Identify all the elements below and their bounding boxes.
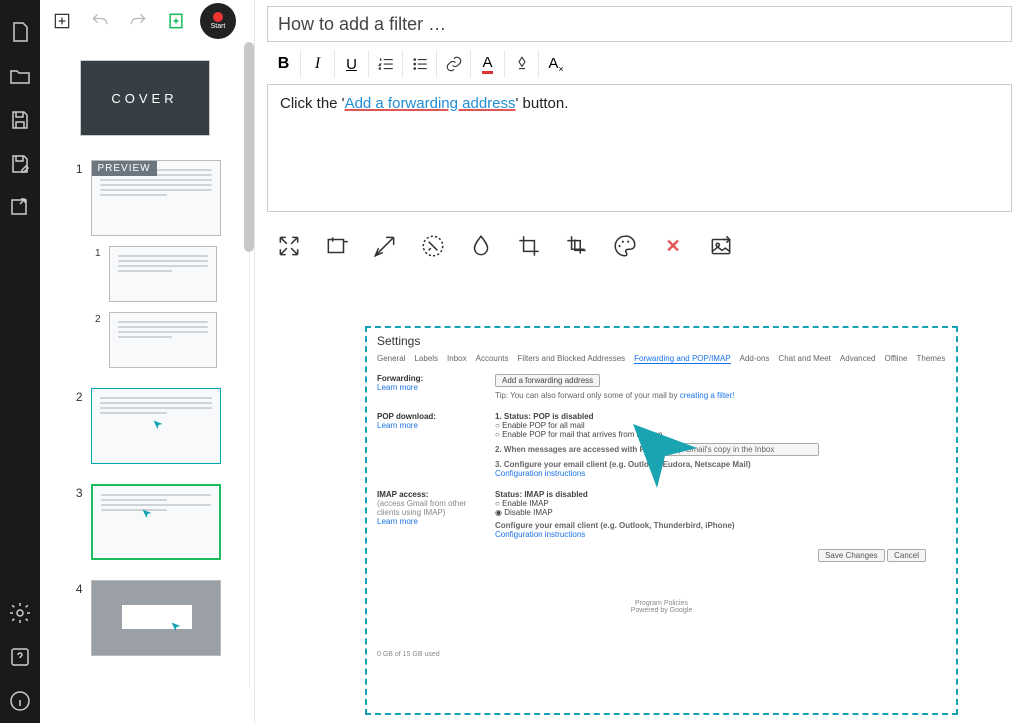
step-thumbnail-selected[interactable] (91, 484, 221, 560)
scrollbar[interactable] (244, 42, 254, 252)
undo-button[interactable] (82, 3, 118, 39)
step-group-2: 2 (48, 388, 241, 464)
image-annotation-toolbar: ✕ (267, 226, 1012, 266)
step-number: 3 (69, 486, 83, 500)
info-icon[interactable] (8, 689, 32, 713)
step-title-input[interactable] (267, 6, 1012, 42)
rectangle-tool[interactable] (317, 226, 357, 266)
replace-image-tool[interactable] (701, 226, 741, 266)
text-color-button[interactable]: A (471, 50, 505, 78)
spotlight-tool[interactable] (413, 226, 453, 266)
step-group-3: 3 (48, 484, 241, 560)
steps-panel: Start COVER 1 PREVIEW 1 (40, 0, 255, 723)
step-number: 2 (69, 390, 83, 404)
cover-label: COVER (111, 91, 177, 106)
substep-number: 2 (73, 314, 101, 325)
save-as-icon[interactable] (8, 152, 32, 176)
screenshot-canvas[interactable]: Settings General Labels Inbox Accounts F… (267, 276, 1012, 723)
bold-button[interactable]: B (267, 50, 301, 78)
underline-button[interactable]: U (335, 50, 369, 78)
record-start-button[interactable]: Start (200, 3, 236, 39)
substep-thumbnail[interactable] (109, 246, 217, 302)
expand-tool[interactable] (269, 226, 309, 266)
arrow-tool[interactable] (365, 226, 405, 266)
step-thumbnail[interactable]: PREVIEW (91, 160, 221, 236)
add-step-button[interactable] (44, 3, 80, 39)
cover-thumbnail[interactable]: COVER (80, 60, 210, 136)
export-icon[interactable] (8, 196, 32, 220)
document-icon[interactable] (8, 20, 32, 44)
add-forwarding-button: Add a forwarding address (495, 374, 600, 387)
blur-tool[interactable] (461, 226, 501, 266)
gear-icon[interactable] (8, 601, 32, 625)
multi-crop-tool[interactable] (557, 226, 597, 266)
preview-badge: PREVIEW (92, 161, 157, 176)
substep-number: 1 (73, 248, 101, 259)
step-thumbnail[interactable] (91, 580, 221, 656)
open-icon[interactable] (8, 64, 32, 88)
step-description-input[interactable]: Click the 'Add a forwarding address' but… (267, 84, 1012, 212)
highlight-button[interactable] (505, 50, 539, 78)
palette-tool[interactable] (605, 226, 645, 266)
record-label: Start (211, 23, 226, 30)
delete-annotation-tool[interactable]: ✕ (653, 226, 693, 266)
desc-link-text: Add a forwarding address (345, 95, 516, 112)
italic-button[interactable]: I (301, 50, 335, 78)
save-changes-button: Save Changes (818, 549, 884, 562)
left-rail (0, 0, 40, 723)
ordered-list-button[interactable] (369, 50, 403, 78)
project-toolbar: Start (40, 0, 254, 42)
crop-tool[interactable] (509, 226, 549, 266)
selection-rectangle[interactable]: Settings General Labels Inbox Accounts F… (365, 326, 958, 715)
desc-text-post: ' button. (516, 95, 569, 112)
step-number: 4 (69, 582, 83, 596)
thumbnails-list: COVER 1 PREVIEW 1 2 (40, 42, 250, 688)
unordered-list-button[interactable] (403, 50, 437, 78)
redo-button[interactable] (120, 3, 156, 39)
insert-step-button[interactable] (158, 3, 194, 39)
step-group-1: 1 PREVIEW 1 2 (48, 160, 241, 368)
clear-format-button[interactable]: A× (539, 50, 573, 78)
text-format-toolbar: B I U A A× (267, 48, 1012, 80)
step-group-4: 4 (48, 580, 241, 656)
save-icon[interactable] (8, 108, 32, 132)
link-button[interactable] (437, 50, 471, 78)
record-icon (213, 12, 223, 22)
step-thumbnail[interactable] (91, 388, 221, 464)
step-number: 1 (69, 162, 83, 176)
substep-thumbnail[interactable] (109, 312, 217, 368)
annotation-arrow-cursor[interactable] (625, 416, 705, 496)
desc-text-pre: Click the ' (280, 95, 345, 112)
settings-title: Settings (377, 334, 950, 348)
settings-tabs: General Labels Inbox Accounts Filters an… (373, 354, 950, 368)
help-icon[interactable] (8, 645, 32, 669)
editor-area: B I U A A× Click the 'Add a forwarding a… (255, 0, 1024, 723)
cancel-button: Cancel (887, 549, 926, 562)
